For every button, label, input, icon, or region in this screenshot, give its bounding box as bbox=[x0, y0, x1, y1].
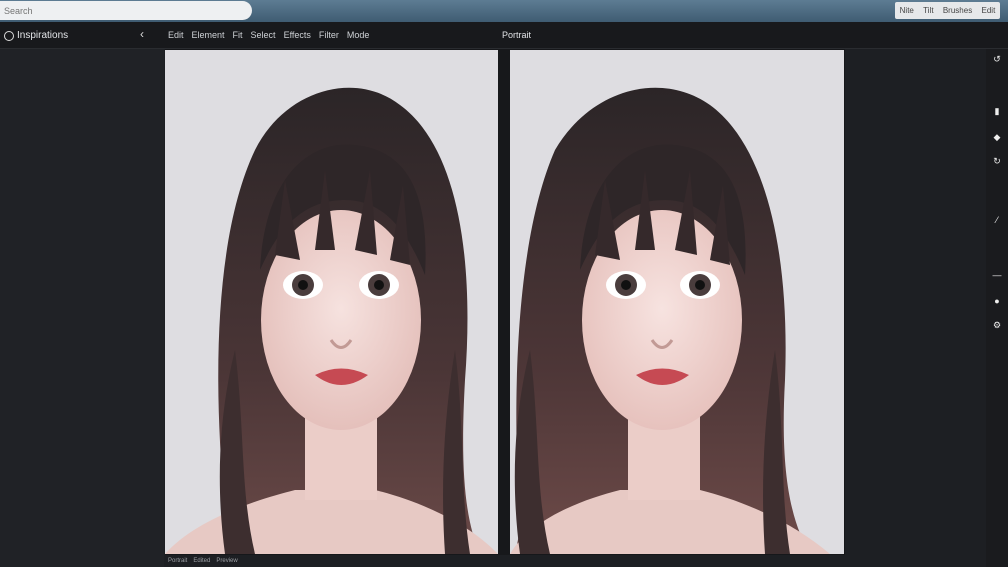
collapse-sidebar-button[interactable]: ‹ bbox=[140, 27, 144, 41]
portrait-image-original bbox=[165, 87, 498, 554]
status-bar: Portrait Edited Preview bbox=[165, 555, 848, 567]
left-sidebar bbox=[0, 49, 164, 567]
browser-top-bar: Nite Tilt Brushes Edit bbox=[0, 0, 1008, 22]
menu-item-edit[interactable]: Edit bbox=[168, 30, 184, 40]
menu-item-element[interactable]: Element bbox=[192, 30, 225, 40]
tool-strip: ↺ ▮ ◆ ↻ ⁄ — ● ⚙ bbox=[986, 49, 1008, 567]
diamond-icon[interactable]: ◆ bbox=[991, 131, 1003, 143]
settings-icon[interactable]: ⚙ bbox=[991, 319, 1003, 331]
menu-item-mode[interactable]: Mode bbox=[347, 30, 370, 40]
circle-icon[interactable]: ● bbox=[991, 295, 1003, 307]
portrait-original-pane[interactable] bbox=[165, 50, 498, 554]
status-item-1: Portrait bbox=[168, 558, 188, 564]
compare-divider[interactable] bbox=[498, 49, 510, 555]
portrait-image-edited bbox=[510, 87, 830, 554]
pen-icon[interactable]: ⁄ bbox=[991, 214, 1003, 226]
brush-icon[interactable]: ▮ bbox=[991, 105, 1003, 117]
status-item-2: Edited bbox=[193, 558, 211, 564]
app-brand: Inspirations bbox=[4, 30, 68, 41]
top-right-controls: Nite Tilt Brushes Edit bbox=[895, 2, 1000, 19]
rotate-icon[interactable]: ↺ bbox=[991, 53, 1003, 65]
top-control-2[interactable]: Tilt bbox=[921, 6, 935, 15]
app-logo-icon bbox=[4, 30, 14, 41]
right-panel bbox=[846, 49, 1008, 567]
app-name: Inspirations bbox=[17, 30, 69, 41]
top-control-3[interactable]: Brushes bbox=[941, 6, 974, 15]
menu-bar: Edit Element Fit Select Effects Filter M… bbox=[168, 30, 369, 40]
app-header: Inspirations ‹ Edit Element Fit Select E… bbox=[0, 22, 1008, 49]
menu-item-select[interactable]: Select bbox=[251, 30, 276, 40]
image-canvas[interactable] bbox=[165, 49, 845, 555]
top-control-1[interactable]: Nite bbox=[898, 6, 916, 15]
search-input[interactable] bbox=[0, 1, 234, 21]
menu-item-fit[interactable]: Fit bbox=[233, 30, 243, 40]
portrait-edited-pane[interactable] bbox=[510, 50, 844, 554]
top-control-4[interactable]: Edit bbox=[980, 6, 998, 15]
search-field[interactable] bbox=[0, 1, 252, 21]
refresh-icon[interactable]: ↻ bbox=[991, 155, 1003, 167]
document-title: Portrait bbox=[502, 30, 532, 40]
menu-item-filter[interactable]: Filter bbox=[319, 30, 339, 40]
menu-item-effects[interactable]: Effects bbox=[284, 30, 311, 40]
status-item-3: Preview bbox=[216, 558, 238, 564]
minus-icon[interactable]: — bbox=[991, 269, 1003, 281]
